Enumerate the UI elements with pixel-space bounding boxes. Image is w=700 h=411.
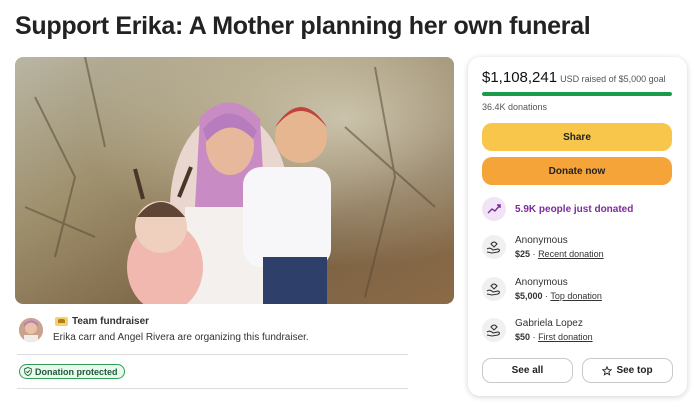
see-top-label: See top — [616, 365, 653, 376]
campaign-photo[interactable] — [15, 57, 454, 304]
divider — [17, 388, 408, 389]
donor-name: Anonymous — [515, 235, 568, 246]
recent-donors-summary: 5.9K people just donated — [482, 197, 633, 221]
divider — [17, 354, 408, 355]
top-donation-link[interactable]: Top donation — [550, 291, 602, 301]
trending-up-icon — [482, 197, 506, 221]
donor-item: Anonymous $5,000 · Top donation — [482, 277, 602, 301]
donation-hands-icon — [482, 277, 506, 301]
donor-item: Anonymous $25 · Recent donation — [482, 235, 604, 259]
donation-hands-icon — [482, 235, 506, 259]
progress-fill — [482, 92, 672, 96]
recent-donation-link[interactable]: Recent donation — [538, 249, 604, 259]
organizer-avatar[interactable] — [19, 318, 43, 342]
donation-hands-icon — [482, 318, 506, 342]
donation-card: $1,108,241 USD raised of $5,000 goal 36.… — [468, 57, 687, 396]
team-fundraiser-text: Team fundraiser — [72, 316, 150, 327]
see-all-button[interactable]: See all — [482, 358, 573, 383]
donor-name: Anonymous — [515, 277, 568, 288]
separator: · — [532, 332, 536, 342]
donor-amount: $25 — [515, 249, 531, 259]
see-all-label: See all — [511, 365, 544, 376]
donor-name: Gabriela Lopez — [515, 318, 583, 329]
donation-count: 36.4K donations — [482, 102, 548, 112]
share-button[interactable]: Share — [482, 123, 672, 151]
donation-protected-text: Donation protected — [35, 366, 118, 377]
just-donated-text: 5.9K people just donated — [515, 203, 634, 215]
donor-item: Gabriela Lopez $50 · First donation — [482, 318, 593, 342]
separator: · — [545, 291, 549, 301]
amount-raised: $1,108,241 USD raised of $5,000 goal — [482, 69, 666, 86]
team-fundraiser-label: Team fundraiser — [55, 316, 149, 327]
raised-amount: $1,108,241 — [482, 69, 558, 86]
star-icon — [602, 365, 613, 376]
donor-amount: $50 — [515, 332, 531, 342]
donor-meta: $25 · Recent donation — [515, 249, 604, 259]
donate-now-button[interactable]: Donate now — [482, 157, 672, 185]
raised-goal-label: USD raised of $5,000 goal — [560, 74, 666, 84]
team-fundraiser-icon — [55, 317, 68, 326]
family-photo-image — [15, 57, 454, 304]
fundraising-progress-bar — [482, 92, 672, 96]
separator: · — [532, 249, 536, 259]
donor-meta: $5,000 · Top donation — [515, 291, 602, 301]
first-donation-link[interactable]: First donation — [538, 332, 593, 342]
see-top-button[interactable]: See top — [582, 358, 673, 383]
donation-protected-badge[interactable]: Donation protected — [19, 364, 125, 379]
donor-amount: $5,000 — [515, 291, 543, 301]
shield-check-icon — [24, 367, 32, 376]
organizer-description: Erika carr and Angel Rivera are organizi… — [53, 332, 309, 343]
donor-meta: $50 · First donation — [515, 332, 593, 342]
page-title: Support Erika: A Mother planning her own… — [15, 12, 591, 40]
